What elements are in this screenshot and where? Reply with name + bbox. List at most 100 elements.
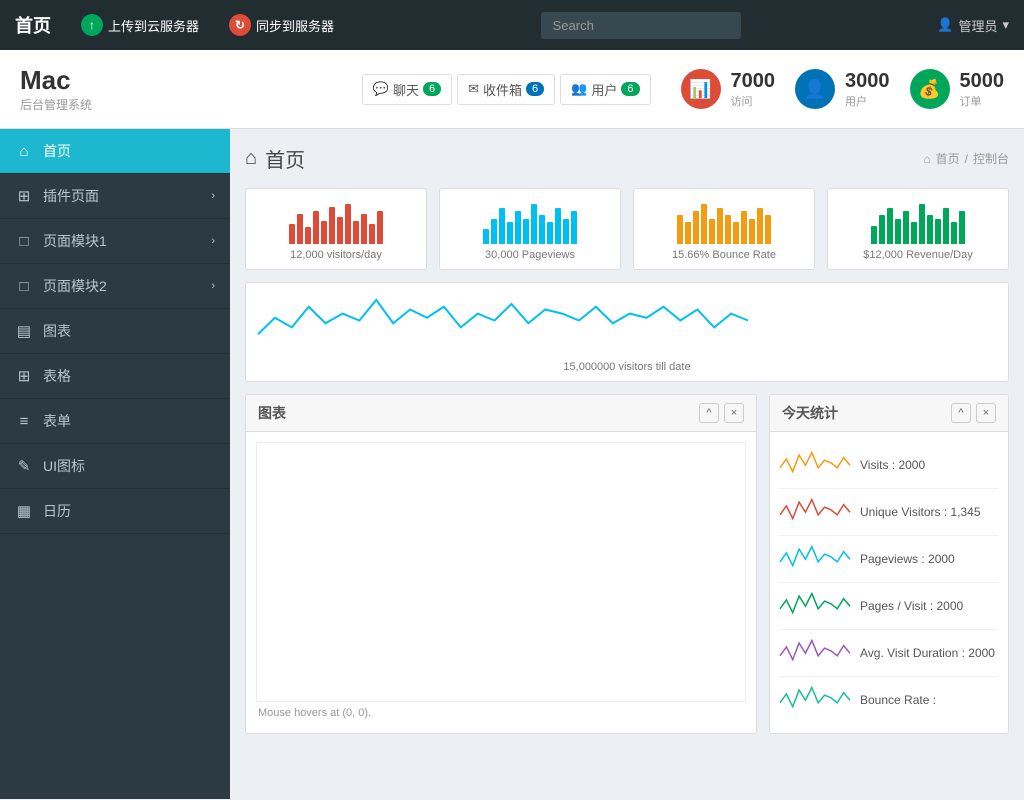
calendar-icon: ▦ — [15, 502, 33, 520]
upload-btn[interactable]: ↑ 上传到云服务器 — [71, 9, 209, 41]
stat-card-bars-0 — [258, 199, 414, 244]
inbox-btn[interactable]: ✉ 收件箱 6 — [457, 74, 555, 105]
brand-title: Mac — [20, 65, 92, 96]
sidebar-item-tables[interactable]: ⊞ 表格 — [0, 354, 230, 399]
sidebar-item-module1[interactable]: □ 页面模块1 › — [0, 219, 230, 264]
users-btn[interactable]: 👥 用户 6 — [560, 74, 650, 105]
users-count: 6 — [621, 82, 639, 96]
visits-num: 7000 — [731, 70, 776, 93]
top-navbar: 首页 ↑ 上传到云服务器 ↻ 同步到服务器 👤 管理员 ▾ — [0, 0, 1024, 50]
upload-icon: ↑ — [81, 14, 103, 36]
tables-icon: ⊞ — [15, 367, 33, 385]
admin-icon: 👤 — [937, 17, 953, 33]
stat-card-label-1: 30,000 Pageviews — [452, 249, 608, 261]
today-title: 今天统计 — [782, 403, 838, 423]
main-chart-svg — [257, 443, 745, 701]
bar — [757, 208, 763, 244]
plugins-icon: ⊞ — [15, 187, 33, 205]
module1-icon: □ — [15, 233, 33, 250]
sidebar-item-forms[interactable]: ≡ 表单 — [0, 399, 230, 444]
stat-card-label-2: 15.66% Bounce Rate — [646, 249, 802, 261]
today-stat-row-1: Unique Visitors : 1,345 — [780, 489, 998, 536]
today-minimize-btn[interactable]: ^ — [951, 403, 971, 423]
today-stat-label-1: Unique Visitors : 1,345 — [860, 505, 998, 519]
sidebar-item-module2[interactable]: □ 页面模块2 › — [0, 264, 230, 309]
bar — [353, 221, 359, 244]
today-stats-panel: 今天统计 ^ × Visits : 2000 Unique Visitors : … — [769, 394, 1009, 734]
breadcrumb: ⌂ 首页 / 控制台 — [923, 150, 1009, 167]
orders-stat: 💰 5000 订单 — [910, 69, 1005, 109]
bar — [329, 207, 335, 244]
users-stat-icon: 👤 — [795, 69, 835, 109]
orders-icon: 💰 — [910, 69, 950, 109]
sidebar: ⌂ 首页 ⊞ 插件页面 › □ 页面模块1 › □ 页面模块2 › ▤ 图表 ⊞… — [0, 129, 230, 799]
chevron-right-icon-3: › — [211, 280, 215, 292]
chat-icon: 💬 — [373, 81, 389, 97]
orders-label: 订单 — [960, 93, 1005, 109]
breadcrumb-row: ⌂ 首页 ⌂ 首页 / 控制台 — [245, 144, 1009, 173]
bar — [499, 208, 505, 244]
bar — [377, 211, 383, 244]
users-stat: 👤 3000 用户 — [795, 69, 890, 109]
sidebar-item-plugins[interactable]: ⊞ 插件页面 › — [0, 174, 230, 219]
bar — [717, 208, 723, 244]
bar — [507, 222, 513, 244]
breadcrumb-current: 控制台 — [973, 150, 1009, 167]
stat-card-0: 12,000 visitors/day — [245, 188, 427, 270]
forms-icon: ≡ — [15, 413, 33, 430]
mini-sparkline-1 — [780, 497, 850, 527]
today-stat-row-5: Bounce Rate : — [780, 677, 998, 723]
bar — [337, 217, 343, 244]
bar — [523, 219, 529, 244]
stat-card-3: $12,000 Revenue/Day — [827, 188, 1009, 270]
stat-card-label-3: $12,000 Revenue/Day — [840, 249, 996, 261]
today-stat-label-3: Pages / Visit : 2000 — [860, 599, 998, 613]
chart-panel-body: Mouse hovers at (0, 0). — [246, 432, 756, 729]
bar — [693, 211, 699, 244]
bar — [919, 204, 925, 244]
sidebar-item-charts[interactable]: ▤ 图表 — [0, 309, 230, 354]
orders-num: 5000 — [960, 70, 1005, 93]
bar — [733, 222, 739, 244]
bar — [741, 211, 747, 244]
bar — [959, 211, 965, 244]
bar — [677, 215, 683, 244]
sidebar-item-ui-icons[interactable]: ✎ UI图标 — [0, 444, 230, 489]
chat-btn[interactable]: 💬 聊天 6 — [362, 74, 452, 105]
bar — [491, 219, 497, 244]
breadcrumb-home-link[interactable]: 首页 — [936, 150, 960, 167]
today-close-btn[interactable]: × — [976, 403, 996, 423]
brand-block: Mac 后台管理系统 — [20, 65, 92, 113]
chart-panel-header: 图表 ^ × — [246, 395, 756, 432]
sidebar-item-calendar[interactable]: ▦ 日历 — [0, 489, 230, 534]
bar — [313, 211, 319, 244]
header-bar: Mac 后台管理系统 💬 聊天 6 ✉ 收件箱 6 👥 用户 6 📊 7000 … — [0, 50, 1024, 129]
nav-brand: 首页 — [15, 12, 51, 38]
bar — [571, 211, 577, 244]
chevron-down-icon: ▾ — [1002, 17, 1009, 33]
today-stat-label-5: Bounce Rate : — [860, 693, 998, 707]
sync-btn[interactable]: ↻ 同步到服务器 — [219, 9, 344, 41]
sidebar-item-home[interactable]: ⌂ 首页 — [0, 129, 230, 174]
header-badges: 💬 聊天 6 ✉ 收件箱 6 👥 用户 6 — [362, 74, 651, 105]
bar — [765, 215, 771, 244]
ui-icons-icon: ✎ — [15, 457, 33, 475]
today-panel-actions: ^ × — [951, 403, 996, 423]
admin-menu[interactable]: 👤 管理员 ▾ — [937, 16, 1009, 35]
bar — [871, 226, 877, 244]
chart-area — [256, 442, 746, 702]
bar — [725, 215, 731, 244]
bar — [539, 215, 545, 244]
main-layout: ⌂ 首页 ⊞ 插件页面 › □ 页面模块1 › □ 页面模块2 › ▤ 图表 ⊞… — [0, 129, 1024, 799]
bar — [297, 214, 303, 244]
bar — [369, 224, 375, 244]
chart-close-btn[interactable]: × — [724, 403, 744, 423]
breadcrumb-home-icon: ⌂ — [923, 152, 930, 166]
search-input[interactable] — [541, 12, 741, 39]
stat-card-2: 15.66% Bounce Rate — [633, 188, 815, 270]
charts-icon: ▤ — [15, 322, 33, 340]
today-stat-row-0: Visits : 2000 — [780, 442, 998, 489]
today-stat-row-3: Pages / Visit : 2000 — [780, 583, 998, 630]
module2-icon: □ — [15, 278, 33, 295]
chart-minimize-btn[interactable]: ^ — [699, 403, 719, 423]
